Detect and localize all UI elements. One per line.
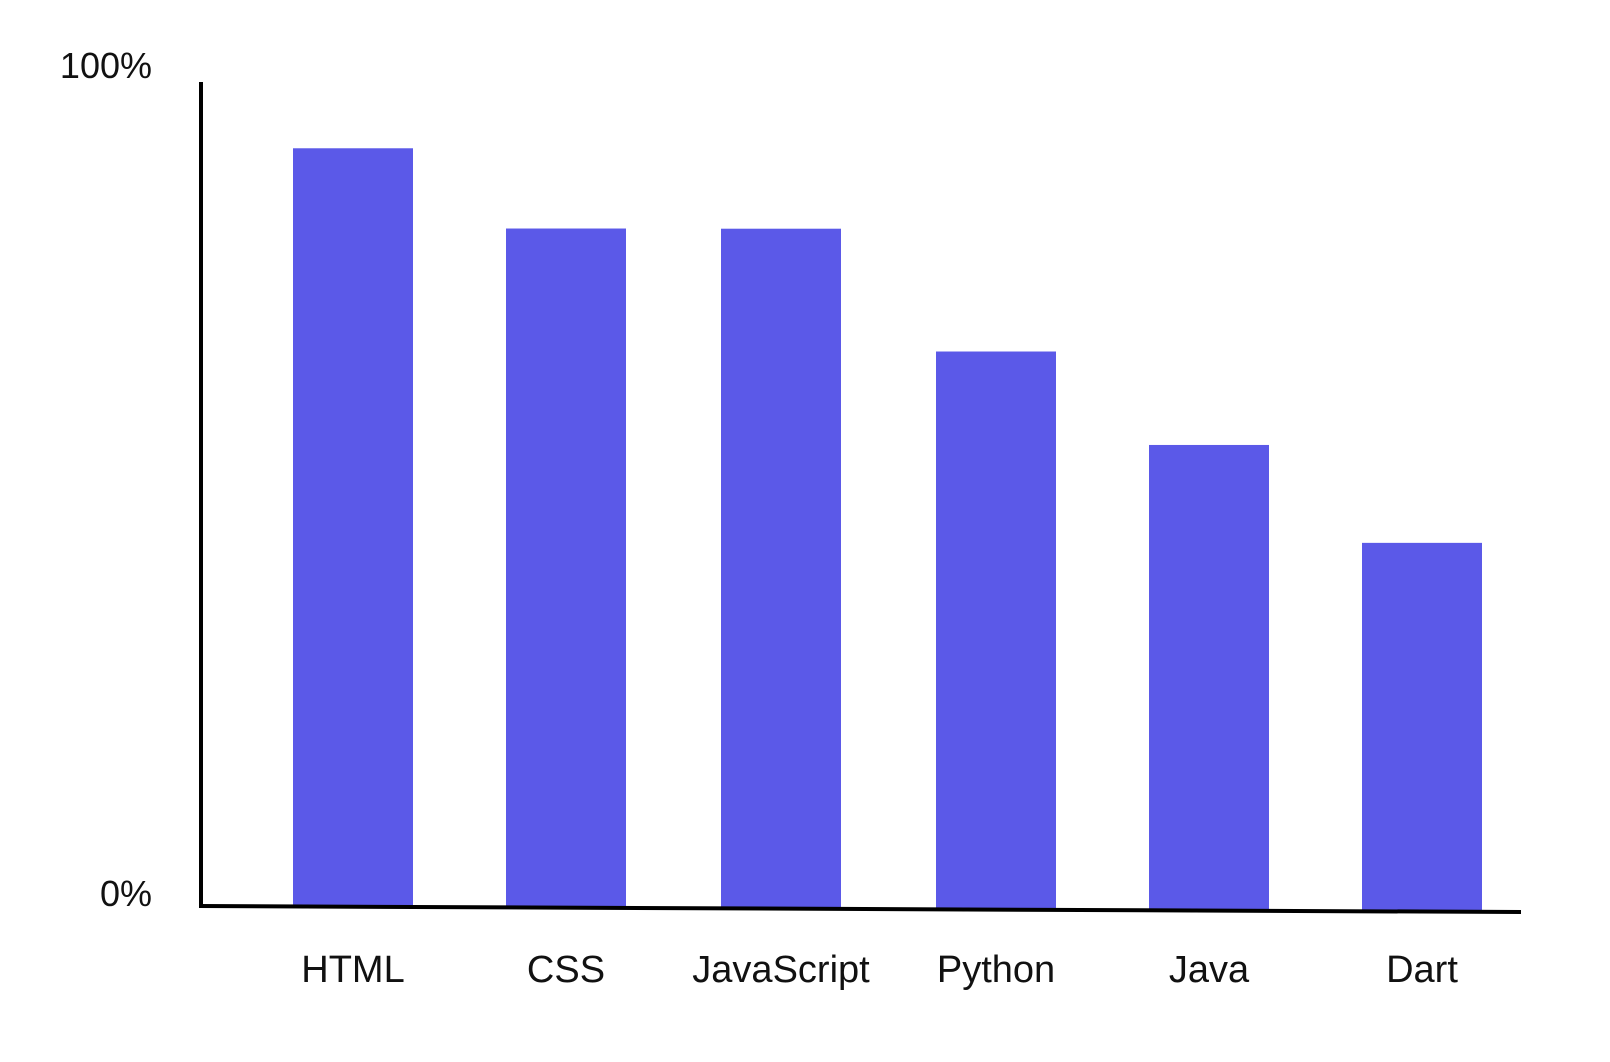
y-tick-label-min: 0% [100,873,152,914]
x-tick-label-python: Python [937,949,1055,991]
bar-chart: 100% 0% HTML CSS JavaScript Python Java Dart [60,45,1522,991]
x-tick-label-javascript: JavaScript [692,949,870,991]
x-tick-labels-group: HTML CSS JavaScript Python Java Dart [301,949,1458,991]
bar-python [936,351,1056,910]
x-axis-line [198,904,1522,914]
bar-java [1149,444,1269,911]
x-tick-label-dart: Dart [1386,949,1458,991]
x-tick-label-css: CSS [527,949,605,991]
x-tick-label-html: HTML [301,949,404,991]
y-tick-label-max: 100% [60,45,152,86]
x-tick-label-java: Java [1169,949,1250,991]
bar-javascript [721,228,841,909]
bar-css [506,228,626,908]
bars-group [293,148,1482,912]
bar-dart [1362,542,1482,912]
bar-html [293,148,413,907]
